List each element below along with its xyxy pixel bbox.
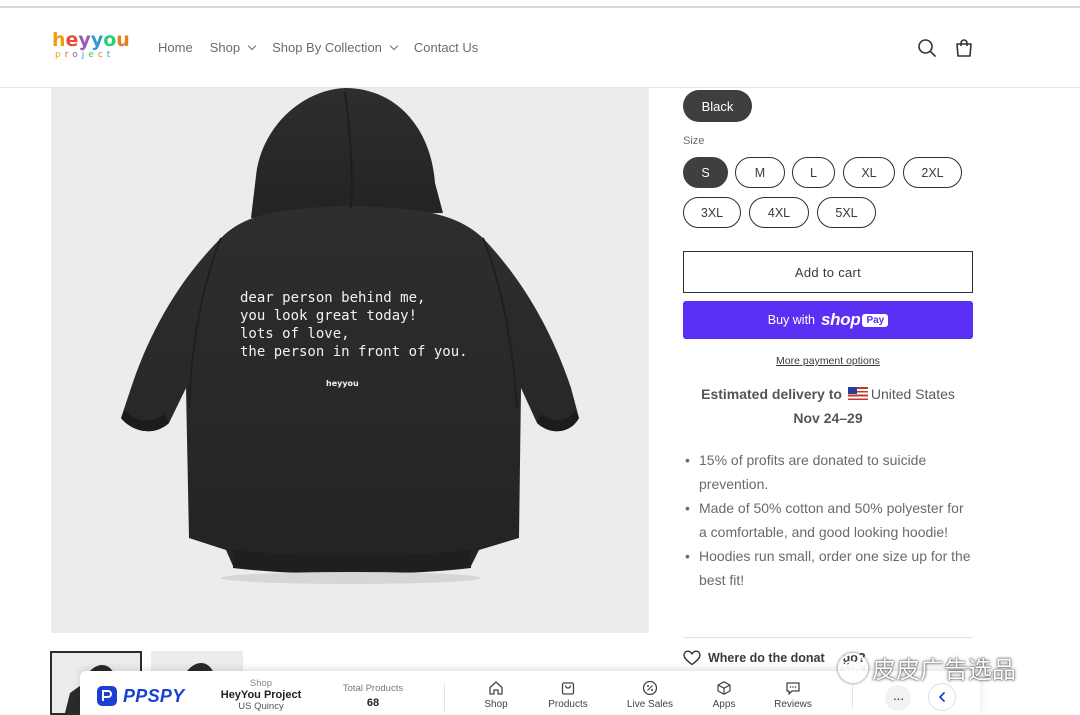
divider	[852, 685, 853, 709]
ppspy-brand: PPSPY	[123, 685, 185, 706]
heart-icon	[683, 650, 701, 666]
home-icon	[489, 681, 503, 695]
percent-icon	[642, 680, 658, 696]
logo-letter: y	[90, 29, 104, 51]
hoodie-print-message: dear person behind me, you look great to…	[240, 290, 468, 360]
ppspy-tab-products[interactable]: Products	[538, 680, 598, 710]
ppspy-tab-label: Apps	[712, 699, 736, 710]
size-label: Size	[683, 135, 705, 147]
ppspy-shop-location: US Quincy	[238, 701, 284, 712]
delivery-label: Estimated delivery to	[701, 386, 842, 402]
chat-icon	[786, 682, 800, 695]
size-option-l[interactable]: L	[792, 157, 835, 188]
nav-collection-label: Shop By Collection	[272, 40, 382, 55]
logo-letter: c	[97, 50, 107, 60]
donations-question: Where do the donat	[708, 651, 825, 665]
chevron-down-icon	[389, 41, 399, 50]
ppspy-tab-label: Shop	[484, 699, 508, 710]
size-option-4xl[interactable]: 4XL	[749, 197, 809, 228]
chevron-left-icon	[939, 692, 945, 702]
shop-pay-logo-shop: shop	[821, 310, 861, 329]
estimated-delivery: Estimated delivery to United States Nov …	[683, 382, 973, 430]
bag-icon	[561, 682, 575, 695]
size-option-s[interactable]: S	[683, 157, 728, 188]
ppspy-tab-apps[interactable]: Apps	[694, 680, 754, 710]
shop-pay-logo-pay: Pay	[862, 313, 889, 327]
nav-contact-label: Contact Us	[413, 40, 479, 55]
nav-shop-label: Shop	[209, 40, 241, 55]
ppspy-tab-live-sales[interactable]: Live Sales	[620, 680, 680, 710]
size-option-m[interactable]: M	[735, 157, 785, 188]
divider	[683, 637, 973, 638]
feature-item: Hoodies run small, order one size up for…	[683, 544, 973, 592]
logo-letter: e	[88, 50, 98, 60]
ppspy-total-caption: Total Products	[342, 683, 404, 694]
color-option-black[interactable]: Black	[683, 90, 752, 122]
collapse-bar-button[interactable]	[928, 683, 956, 711]
buy-with-label: Buy with	[767, 313, 816, 327]
size-option-5xl[interactable]: 5XL	[817, 197, 876, 228]
logo-letter: e	[65, 29, 79, 51]
ppspy-shop-info[interactable]: Shop HeyYou Project US Quincy	[218, 678, 304, 712]
chevron-down-icon	[247, 41, 257, 50]
logo-letter: u	[116, 29, 130, 51]
more-options-button[interactable]: ···	[885, 685, 911, 711]
ppspy-shop-caption: Shop	[249, 678, 273, 689]
nav-home[interactable]: Home	[158, 40, 193, 55]
wechat-icon	[838, 652, 868, 683]
more-payment-options-link[interactable]: More payment options	[683, 355, 973, 367]
nav-shop[interactable]: Shop	[209, 40, 257, 55]
product-features-list: 15% of profits are donated to suicide pr…	[683, 448, 973, 592]
heyyou-logo[interactable]: heyyou project	[52, 29, 130, 66]
feature-item: 15% of profits are donated to suicide pr…	[683, 448, 973, 496]
delivery-country: United States	[870, 386, 955, 402]
logo-letter: o	[103, 29, 117, 51]
ppspy-tab-reviews[interactable]: Reviews	[763, 680, 823, 710]
size-option-xl[interactable]: XL	[843, 157, 895, 188]
cart-icon[interactable]	[953, 37, 975, 59]
logo-letter: o	[72, 50, 82, 60]
site-header: heyyou project Home Shop Shop By Collect…	[0, 8, 1080, 88]
ppspy-tab-label: Live Sales	[626, 699, 674, 710]
logo-word-heyyou: heyyou	[52, 29, 130, 51]
wechat-watermark: 皮皮广告选品	[838, 650, 1016, 685]
logo-letter: t	[106, 50, 115, 60]
watermark-text: 皮皮广告选品	[872, 656, 1016, 684]
ppspy-logo-icon	[97, 686, 117, 706]
ppspy-logo[interactable]: PPSPY	[96, 685, 185, 707]
ppspy-total-products: Total Products 68	[338, 683, 408, 709]
ppspy-tab-label: Products	[548, 699, 588, 710]
nav-home-label: Home	[158, 40, 193, 55]
logo-word-project: project	[55, 50, 126, 60]
add-to-cart-button[interactable]: Add to cart	[683, 251, 973, 293]
logo-letter: h	[52, 29, 66, 51]
ppspy-tab-shop[interactable]: Shop	[466, 680, 526, 710]
logo-letter: y	[78, 29, 91, 51]
ppspy-total-value: 68	[366, 697, 380, 709]
search-icon[interactable]	[916, 37, 938, 59]
size-option-3xl[interactable]: 3XL	[683, 197, 741, 228]
us-flag-icon	[847, 387, 868, 400]
product-main-image[interactable]: dear person behind me, you look great to…	[51, 88, 649, 633]
size-option-2xl[interactable]: 2XL	[903, 157, 962, 188]
buy-with-shop-pay-button[interactable]: Buy with shop Pay	[683, 301, 973, 339]
delivery-dates: Nov 24–29	[793, 410, 863, 426]
ppspy-tab-label: Reviews	[774, 699, 812, 710]
cube-icon	[717, 681, 731, 695]
nav-shop-by-collection[interactable]: Shop By Collection	[272, 40, 399, 55]
divider	[444, 683, 445, 711]
hoodie-print-brand: heyyou	[326, 379, 359, 388]
feature-item: Made of 50% cotton and 50% polyester for…	[683, 496, 973, 544]
main-nav: Home Shop Shop By Collection Contact Us	[158, 40, 495, 55]
logo-letter: p	[55, 50, 65, 60]
nav-contact-us[interactable]: Contact Us	[414, 40, 478, 55]
ppspy-shop-name: HeyYou Project	[220, 689, 302, 701]
